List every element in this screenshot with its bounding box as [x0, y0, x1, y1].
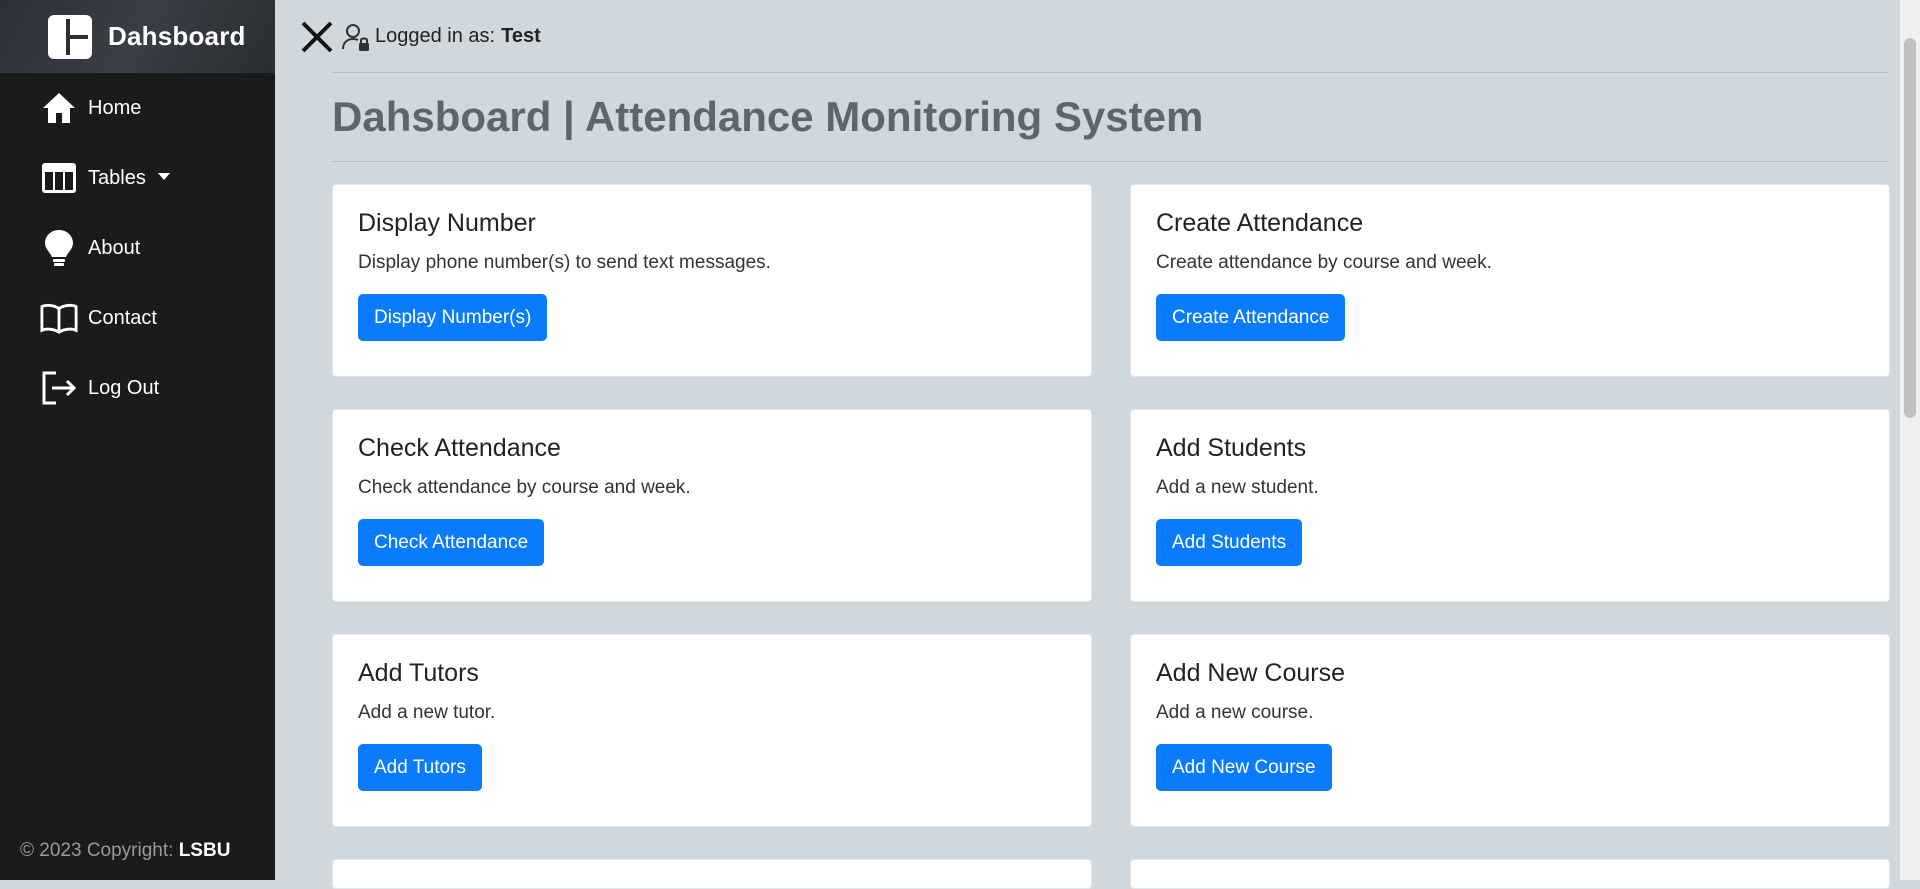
card-title: Check Attendance [358, 434, 561, 462]
card-text: Add a new tutor. [358, 702, 496, 723]
chevron-down-icon [157, 172, 170, 180]
scrollbar-thumb[interactable] [1904, 38, 1916, 418]
add-students-button[interactable]: Add Students [1156, 519, 1303, 566]
sidebar-item-label: About [88, 236, 141, 259]
display-numbers-button[interactable]: Display Number(s) [358, 294, 548, 341]
username: Test [501, 25, 541, 47]
logout-icon [40, 369, 78, 407]
sidebar-item-label: Tables [88, 166, 146, 189]
card-text: Check attendance by course and week. [358, 477, 691, 498]
sidebar: Dahsboard Home Tables About Contact Log … [0, 0, 275, 880]
brand[interactable]: Dahsboard [0, 0, 275, 73]
card-title: Create Attendance [1156, 209, 1364, 237]
card-text: Display phone number(s) to send text mes… [358, 252, 771, 273]
brand-title: Dahsboard [108, 21, 246, 51]
topbar: Logged in as: Test [275, 0, 1900, 73]
sidebar-nav: Home Tables About Contact Log Out [0, 73, 275, 423]
card-partial [1130, 859, 1890, 889]
sidebar-item-logout[interactable]: Log Out [0, 353, 275, 423]
lightbulb-icon [40, 229, 78, 267]
main-content: Dahsboard | Attendance Monitoring System… [332, 72, 1890, 889]
sidebar-item-label: Home [88, 96, 142, 119]
card-text: Add a new student. [1156, 477, 1319, 498]
add-tutors-button[interactable]: Add Tutors [358, 744, 482, 791]
card-add-tutors: Add Tutors Add a new tutor. Add Tutors [332, 634, 1092, 827]
card-title: Add Students [1156, 434, 1307, 462]
user-lock-icon [342, 23, 369, 51]
home-icon [40, 89, 78, 127]
sidebar-item-home[interactable]: Home [0, 73, 275, 143]
card-text: Create attendance by course and week. [1156, 252, 1492, 273]
sidebar-item-contact[interactable]: Contact [0, 283, 275, 353]
card-grid: Display Number Display phone number(s) t… [332, 184, 1890, 889]
card-text: Add a new course. [1156, 702, 1314, 723]
check-attendance-button[interactable]: Check Attendance [358, 519, 545, 566]
card-partial [332, 859, 1092, 889]
card-check-attendance: Check Attendance Check attendance by cou… [332, 409, 1092, 602]
create-attendance-button[interactable]: Create Attendance [1156, 294, 1346, 341]
add-new-course-button[interactable]: Add New Course [1156, 744, 1332, 791]
card-add-new-course: Add New Course Add a new course. Add New… [1130, 634, 1890, 827]
sidebar-item-about[interactable]: About [0, 213, 275, 283]
sidebar-item-label: Log Out [88, 376, 160, 399]
card-create-attendance: Create Attendance Create attendance by c… [1130, 184, 1890, 377]
sidebar-item-label: Contact [88, 306, 157, 329]
close-sidebar-button[interactable] [295, 15, 339, 59]
card-display-number: Display Number Display phone number(s) t… [332, 184, 1092, 377]
copyright: © 2023 Copyright: LSBU [20, 840, 230, 862]
page-title: Dahsboard | Attendance Monitoring System [332, 93, 1204, 140]
divider [332, 161, 1888, 162]
dashboard-logo-icon [48, 14, 92, 59]
card-title: Add New Course [1156, 659, 1345, 687]
logged-in-prefix: Logged in as: [375, 25, 496, 47]
card-add-students: Add Students Add a new student. Add Stud… [1130, 409, 1890, 602]
card-title: Display Number [358, 209, 536, 237]
close-icon [301, 21, 333, 52]
book-icon [40, 299, 78, 337]
sidebar-item-tables[interactable]: Tables [0, 143, 275, 213]
vertical-scrollbar[interactable] [1900, 0, 1920, 880]
card-title: Add Tutors [358, 659, 479, 687]
copyright-owner: LSBU [178, 840, 231, 861]
logged-in-label: Logged in as: Test [375, 25, 541, 48]
copyright-text: © 2023 Copyright: [20, 840, 174, 861]
table-icon [40, 159, 78, 197]
